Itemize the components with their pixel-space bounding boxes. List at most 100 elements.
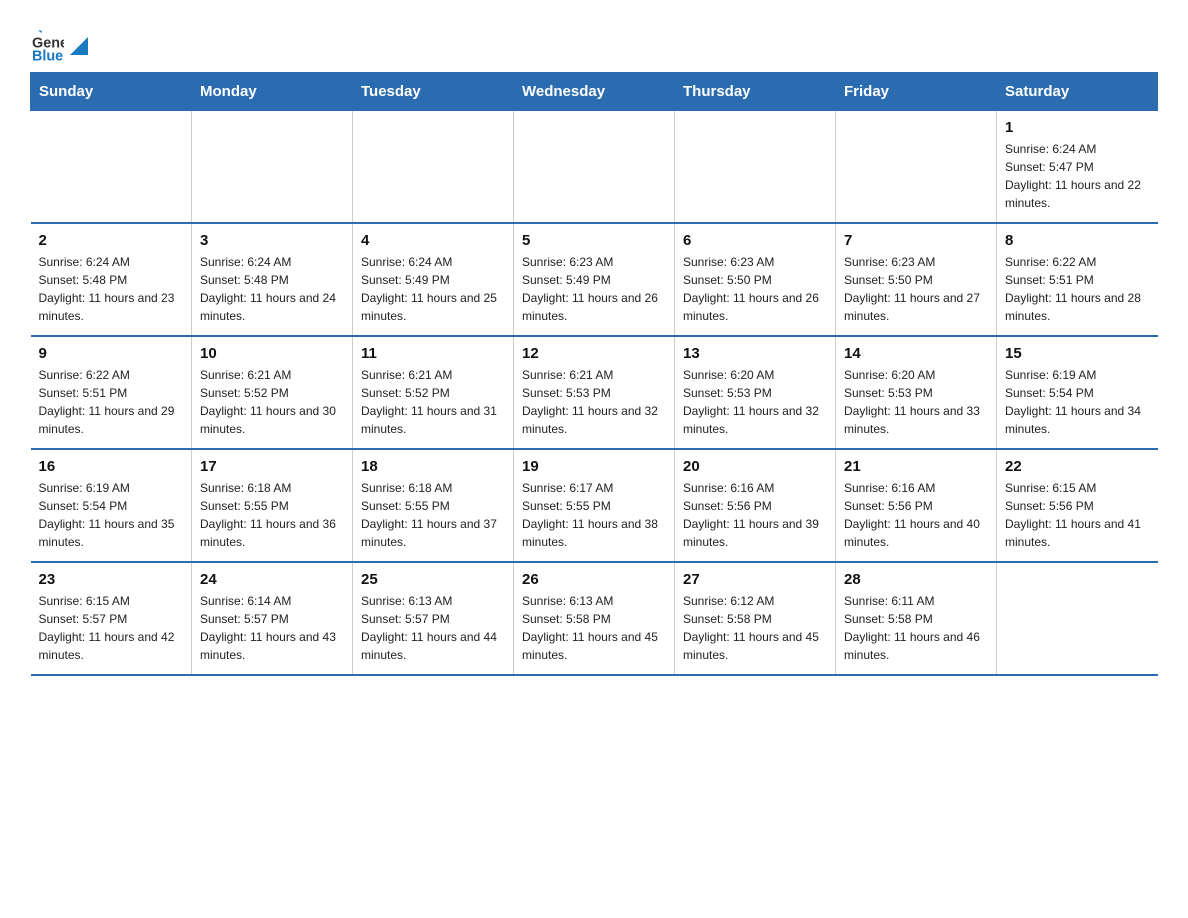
day-of-week-header: Sunday: [31, 73, 192, 111]
calendar-day-cell: 3 Sunrise: 6:24 AMSunset: 5:48 PMDaylight…: [192, 223, 353, 336]
calendar-day-cell: 2 Sunrise: 6:24 AMSunset: 5:48 PMDaylight…: [31, 223, 192, 336]
calendar-day-cell: 10 Sunrise: 6:21 AMSunset: 5:52 PMDayligh…: [192, 336, 353, 449]
day-number: 3: [200, 232, 344, 249]
day-number: 16: [39, 458, 184, 475]
day-info: Sunrise: 6:11 AMSunset: 5:58 PMDaylight:…: [844, 592, 988, 664]
page-header: General Blue: [30, 20, 1158, 62]
logo: General Blue: [30, 30, 90, 62]
day-number: 22: [1005, 458, 1150, 475]
calendar-day-cell: [31, 111, 192, 224]
day-number: 8: [1005, 232, 1150, 249]
calendar-day-cell: 9 Sunrise: 6:22 AMSunset: 5:51 PMDaylight…: [31, 336, 192, 449]
day-number: 15: [1005, 345, 1150, 362]
day-info: Sunrise: 6:24 AMSunset: 5:47 PMDaylight:…: [1005, 140, 1150, 212]
day-of-week-header: Tuesday: [353, 73, 514, 111]
day-of-week-header: Monday: [192, 73, 353, 111]
day-info: Sunrise: 6:19 AMSunset: 5:54 PMDaylight:…: [1005, 366, 1150, 438]
day-info: Sunrise: 6:17 AMSunset: 5:55 PMDaylight:…: [522, 479, 666, 551]
calendar-day-cell: 26 Sunrise: 6:13 AMSunset: 5:58 PMDayligh…: [514, 562, 675, 675]
day-number: 1: [1005, 119, 1150, 136]
day-info: Sunrise: 6:23 AMSunset: 5:50 PMDaylight:…: [683, 253, 827, 325]
calendar-week-row: 23 Sunrise: 6:15 AMSunset: 5:57 PMDayligh…: [31, 562, 1158, 675]
day-info: Sunrise: 6:21 AMSunset: 5:52 PMDaylight:…: [200, 366, 344, 438]
day-number: 18: [361, 458, 505, 475]
calendar-day-cell: 1 Sunrise: 6:24 AMSunset: 5:47 PMDaylight…: [997, 111, 1158, 224]
day-info: Sunrise: 6:21 AMSunset: 5:53 PMDaylight:…: [522, 366, 666, 438]
calendar-day-cell: 7 Sunrise: 6:23 AMSunset: 5:50 PMDaylight…: [836, 223, 997, 336]
calendar-day-cell: [192, 111, 353, 224]
calendar-day-cell: [836, 111, 997, 224]
day-of-week-header: Thursday: [675, 73, 836, 111]
calendar-header-row: SundayMondayTuesdayWednesdayThursdayFrid…: [31, 73, 1158, 111]
day-info: Sunrise: 6:15 AMSunset: 5:56 PMDaylight:…: [1005, 479, 1150, 551]
calendar-day-cell: 6 Sunrise: 6:23 AMSunset: 5:50 PMDaylight…: [675, 223, 836, 336]
day-info: Sunrise: 6:12 AMSunset: 5:58 PMDaylight:…: [683, 592, 827, 664]
day-number: 26: [522, 571, 666, 588]
day-info: Sunrise: 6:16 AMSunset: 5:56 PMDaylight:…: [683, 479, 827, 551]
day-info: Sunrise: 6:15 AMSunset: 5:57 PMDaylight:…: [39, 592, 184, 664]
day-info: Sunrise: 6:13 AMSunset: 5:58 PMDaylight:…: [522, 592, 666, 664]
calendar-day-cell: 13Sunrise: 6:20 AMSunset: 5:53 PMDayligh…: [675, 336, 836, 449]
calendar-day-cell: 18 Sunrise: 6:18 AMSunset: 5:55 PMDayligh…: [353, 449, 514, 562]
day-number: 10: [200, 345, 344, 362]
calendar-day-cell: 20 Sunrise: 6:16 AMSunset: 5:56 PMDayligh…: [675, 449, 836, 562]
calendar-day-cell: 25 Sunrise: 6:13 AMSunset: 5:57 PMDayligh…: [353, 562, 514, 675]
day-number: 12: [522, 345, 666, 362]
day-number: 25: [361, 571, 505, 588]
day-of-week-header: Wednesday: [514, 73, 675, 111]
day-info: Sunrise: 6:23 AMSunset: 5:50 PMDaylight:…: [844, 253, 988, 325]
calendar-day-cell: 27 Sunrise: 6:12 AMSunset: 5:58 PMDayligh…: [675, 562, 836, 675]
day-info: Sunrise: 6:18 AMSunset: 5:55 PMDaylight:…: [361, 479, 505, 551]
calendar-day-cell: 21 Sunrise: 6:16 AMSunset: 5:56 PMDayligh…: [836, 449, 997, 562]
day-info: Sunrise: 6:24 AMSunset: 5:48 PMDaylight:…: [39, 253, 184, 325]
day-number: 17: [200, 458, 344, 475]
calendar-day-cell: 22 Sunrise: 6:15 AMSunset: 5:56 PMDayligh…: [997, 449, 1158, 562]
day-info: Sunrise: 6:24 AMSunset: 5:48 PMDaylight:…: [200, 253, 344, 325]
day-info: Sunrise: 6:21 AMSunset: 5:52 PMDaylight:…: [361, 366, 505, 438]
calendar-week-row: 1 Sunrise: 6:24 AMSunset: 5:47 PMDaylight…: [31, 111, 1158, 224]
calendar-day-cell: 24Sunrise: 6:14 AMSunset: 5:57 PMDayligh…: [192, 562, 353, 675]
day-number: 23: [39, 571, 184, 588]
day-number: 27: [683, 571, 827, 588]
day-info: Sunrise: 6:24 AMSunset: 5:49 PMDaylight:…: [361, 253, 505, 325]
day-info: Sunrise: 6:19 AMSunset: 5:54 PMDaylight:…: [39, 479, 184, 551]
day-of-week-header: Saturday: [997, 73, 1158, 111]
day-info: Sunrise: 6:23 AMSunset: 5:49 PMDaylight:…: [522, 253, 666, 325]
calendar-day-cell: 16 Sunrise: 6:19 AMSunset: 5:54 PMDayligh…: [31, 449, 192, 562]
logo-icon: General Blue: [32, 30, 64, 62]
calendar-day-cell: 4 Sunrise: 6:24 AMSunset: 5:49 PMDaylight…: [353, 223, 514, 336]
day-number: 5: [522, 232, 666, 249]
day-of-week-header: Friday: [836, 73, 997, 111]
day-number: 6: [683, 232, 827, 249]
day-number: 9: [39, 345, 184, 362]
day-info: Sunrise: 6:22 AMSunset: 5:51 PMDaylight:…: [39, 366, 184, 438]
calendar-day-cell: 14 Sunrise: 6:20 AMSunset: 5:53 PMDayligh…: [836, 336, 997, 449]
calendar-day-cell: 11Sunrise: 6:21 AMSunset: 5:52 PMDayligh…: [353, 336, 514, 449]
day-info: Sunrise: 6:16 AMSunset: 5:56 PMDaylight:…: [844, 479, 988, 551]
day-number: 7: [844, 232, 988, 249]
day-number: 2: [39, 232, 184, 249]
calendar-day-cell: [675, 111, 836, 224]
calendar-day-cell: [514, 111, 675, 224]
day-number: 13: [683, 345, 827, 362]
calendar-day-cell: 28 Sunrise: 6:11 AMSunset: 5:58 PMDayligh…: [836, 562, 997, 675]
day-number: 14: [844, 345, 988, 362]
calendar-day-cell: 5 Sunrise: 6:23 AMSunset: 5:49 PMDaylight…: [514, 223, 675, 336]
calendar-day-cell: 17Sunrise: 6:18 AMSunset: 5:55 PMDayligh…: [192, 449, 353, 562]
day-number: 28: [844, 571, 988, 588]
calendar-day-cell: 23 Sunrise: 6:15 AMSunset: 5:57 PMDayligh…: [31, 562, 192, 675]
calendar-day-cell: 12 Sunrise: 6:21 AMSunset: 5:53 PMDayligh…: [514, 336, 675, 449]
day-number: 21: [844, 458, 988, 475]
day-info: Sunrise: 6:22 AMSunset: 5:51 PMDaylight:…: [1005, 253, 1150, 325]
day-number: 20: [683, 458, 827, 475]
day-info: Sunrise: 6:20 AMSunset: 5:53 PMDaylight:…: [844, 366, 988, 438]
day-number: 24: [200, 571, 344, 588]
logo-triangle-icon: [70, 37, 88, 55]
day-info: Sunrise: 6:13 AMSunset: 5:57 PMDaylight:…: [361, 592, 505, 664]
calendar-day-cell: [353, 111, 514, 224]
calendar-week-row: 16 Sunrise: 6:19 AMSunset: 5:54 PMDayligh…: [31, 449, 1158, 562]
calendar-table: SundayMondayTuesdayWednesdayThursdayFrid…: [30, 72, 1158, 676]
svg-text:Blue: Blue: [32, 48, 63, 62]
day-number: 4: [361, 232, 505, 249]
calendar-day-cell: 19Sunrise: 6:17 AMSunset: 5:55 PMDayligh…: [514, 449, 675, 562]
